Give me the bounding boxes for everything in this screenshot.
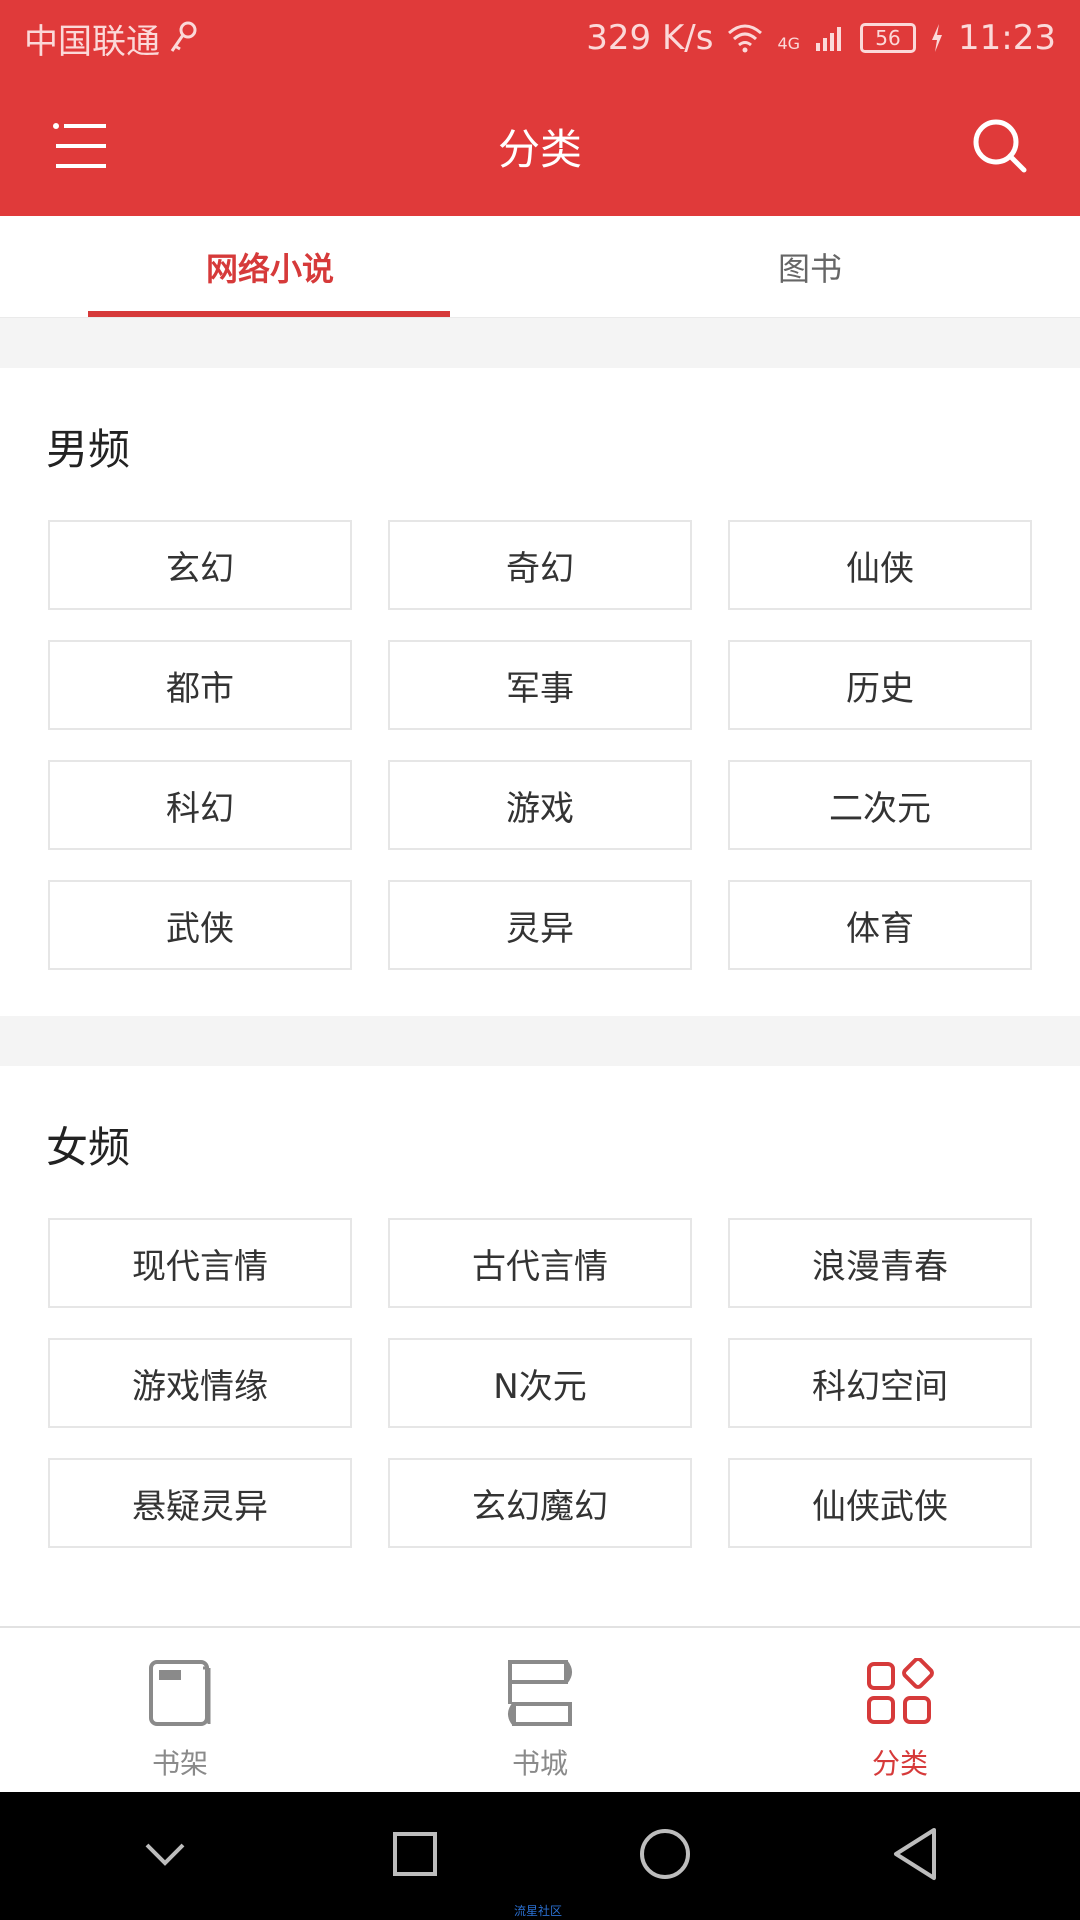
- section-title: 女频: [46, 1123, 131, 1172]
- status-bar: 中国联通 329 K/s 4G 56 11:23: [0, 0, 1080, 76]
- bookstore-icon: [504, 1658, 576, 1732]
- section-title: 男频: [46, 425, 131, 474]
- category-tag[interactable]: 体育: [728, 880, 1032, 970]
- nav-category[interactable]: 分类: [720, 1628, 1080, 1792]
- category-tag[interactable]: 科幻: [48, 760, 352, 850]
- tab-label: 图书: [777, 249, 842, 288]
- signal-icon: [814, 23, 846, 53]
- wifi-icon: [727, 23, 763, 53]
- bottom-nav: 书架 书城 分类: [0, 1626, 1080, 1792]
- nav-label: 分类: [871, 1747, 928, 1780]
- tab-books[interactable]: 图书: [540, 216, 1080, 317]
- category-tag[interactable]: 二次元: [728, 760, 1032, 850]
- collapse-icon: [143, 1839, 187, 1873]
- home-icon: [637, 1826, 693, 1886]
- category-tag[interactable]: 科幻空间: [728, 1338, 1032, 1428]
- female-category-grid: 现代言情 古代言情 浪漫青春 游戏情缘 N次元 科幻空间 悬疑灵异 玄幻魔幻 仙…: [48, 1218, 1032, 1548]
- speed-label: 329 K/s: [586, 18, 714, 58]
- collapse-button[interactable]: [125, 1816, 205, 1896]
- charging-icon: [930, 24, 944, 52]
- network-type: 4G: [777, 34, 801, 53]
- category-tag[interactable]: 游戏: [388, 760, 692, 850]
- category-tag[interactable]: 都市: [48, 640, 352, 730]
- category-tag[interactable]: 仙侠: [728, 520, 1032, 610]
- watermark: 流星社区: [514, 1904, 563, 1918]
- category-tabs: 网络小说 图书: [0, 216, 1080, 318]
- nav-label: 书城: [511, 1747, 568, 1780]
- male-category-grid: 玄幻 奇幻 仙侠 都市 军事 历史 科幻 游戏 二次元 武侠 灵异 体育: [48, 520, 1032, 970]
- menu-icon: [50, 123, 110, 180]
- battery-level: 56: [875, 26, 901, 50]
- app-bar: 分类: [0, 76, 1080, 216]
- clock: 11:23: [958, 18, 1056, 58]
- category-tag[interactable]: 浪漫青春: [728, 1218, 1032, 1308]
- female-section: 女频 现代言情 古代言情 浪漫青春 游戏情缘 N次元 科幻空间 悬疑灵异 玄幻魔…: [0, 1066, 1080, 1626]
- tab-label: 网络小说: [205, 249, 334, 288]
- category-tag[interactable]: N次元: [388, 1338, 692, 1428]
- home-button[interactable]: [625, 1816, 705, 1896]
- nav-label: 书架: [151, 1747, 208, 1780]
- carrier-label: 中国联通: [24, 21, 160, 62]
- category-tag[interactable]: 悬疑灵异: [48, 1458, 352, 1548]
- category-tag[interactable]: 奇幻: [388, 520, 692, 610]
- recents-button[interactable]: [375, 1816, 455, 1896]
- key-icon: [168, 21, 198, 55]
- category-tag[interactable]: 历史: [728, 640, 1032, 730]
- category-tag[interactable]: 灵异: [388, 880, 692, 970]
- search-button[interactable]: [970, 116, 1030, 176]
- nav-bookshelf[interactable]: 书架: [0, 1628, 360, 1792]
- tab-web-novel[interactable]: 网络小说: [0, 216, 540, 317]
- bookshelf-icon: [147, 1658, 213, 1732]
- recents-icon: [391, 1830, 439, 1882]
- category-tag[interactable]: 仙侠武侠: [728, 1458, 1032, 1548]
- category-tag[interactable]: 玄幻: [48, 520, 352, 610]
- category-tag[interactable]: 游戏情缘: [48, 1338, 352, 1428]
- carrier-group: 中国联通: [24, 14, 198, 63]
- status-right: 329 K/s 4G 56 11:23: [586, 18, 1056, 58]
- category-tag[interactable]: 现代言情: [48, 1218, 352, 1308]
- category-icon: [865, 1657, 935, 1732]
- system-nav-bar: [0, 1792, 1080, 1920]
- category-tag[interactable]: 玄幻魔幻: [388, 1458, 692, 1548]
- nav-bookstore[interactable]: 书城: [360, 1628, 720, 1792]
- male-section: 男频 玄幻 奇幻 仙侠 都市 军事 历史 科幻 游戏 二次元 武侠 灵异 体育: [0, 368, 1080, 1016]
- battery-icon: 56: [860, 23, 917, 53]
- search-icon: [970, 119, 1030, 180]
- page-title: 分类: [497, 124, 582, 174]
- back-button[interactable]: [875, 1816, 955, 1896]
- menu-button[interactable]: [50, 116, 110, 176]
- category-tag[interactable]: 军事: [388, 640, 692, 730]
- back-icon: [890, 1826, 940, 1886]
- category-tag[interactable]: 古代言情: [388, 1218, 692, 1308]
- category-tag[interactable]: 武侠: [48, 880, 352, 970]
